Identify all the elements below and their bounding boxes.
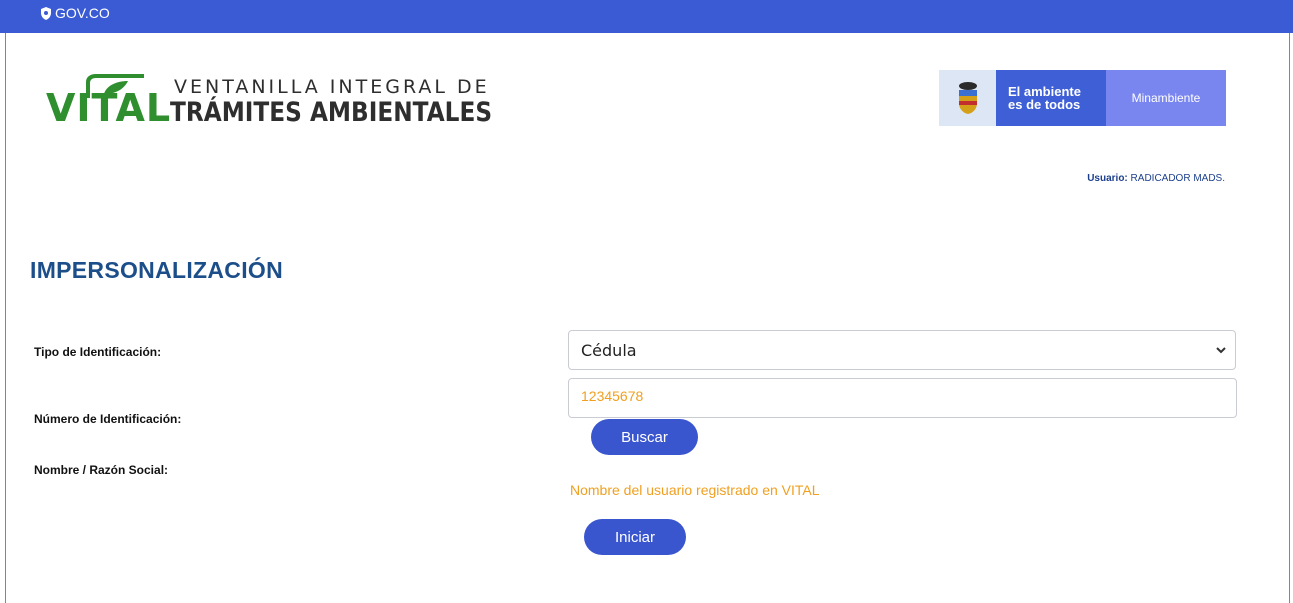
slogan-panel: El ambiente es de todos <box>996 70 1106 126</box>
user-value: RADICADOR MADS. <box>1130 173 1225 184</box>
vital-logo[interactable]: VITAL VENTANILLA INTEGRAL DE TRÁMITES AM… <box>46 72 492 132</box>
colombia-coat-of-arms-icon <box>958 82 977 114</box>
vital-wordmark: VITAL <box>46 86 172 130</box>
gov-topbar: GOV.CO <box>0 0 1293 33</box>
chevron-down-icon <box>1216 347 1226 354</box>
numero-identificacion-input[interactable]: 12345678 <box>568 378 1237 418</box>
tipo-identificacion-label: Tipo de Identificación: <box>34 345 162 359</box>
nombre-razon-social-value: Nombre del usuario registrado en VITAL <box>570 482 820 498</box>
shield-icon <box>41 6 51 20</box>
ministry-banner[interactable]: El ambiente es de todos Minambiente <box>939 70 1226 126</box>
gov-co-link[interactable]: GOV.CO <box>40 5 110 21</box>
page-title: IMPERSONALIZACIÓN <box>30 257 283 283</box>
numero-identificacion-label: Número de Identificación: <box>34 412 182 426</box>
buscar-button[interactable]: Buscar <box>591 419 698 455</box>
slogan-line2: es de todos <box>1008 97 1081 112</box>
coat-of-arms-panel <box>939 70 996 126</box>
logo-subtitle-line2: TRÁMITES AMBIENTALES <box>170 97 493 128</box>
gov-co-label: GOV.CO <box>55 5 110 21</box>
minambiente-label: Minambiente <box>1106 70 1226 126</box>
nombre-razon-social-label: Nombre / Razón Social: <box>34 463 169 477</box>
iniciar-button[interactable]: Iniciar <box>584 519 686 555</box>
user-label: Usuario: <box>1087 173 1128 184</box>
logo-subtitle-line1: VENTANILLA INTEGRAL DE <box>174 76 490 98</box>
current-user: Usuario: RADICADOR MADS. <box>1087 173 1225 184</box>
tipo-identificacion-select[interactable]: Cédula <box>568 330 1236 370</box>
tipo-identificacion-value: Cédula <box>581 340 637 360</box>
